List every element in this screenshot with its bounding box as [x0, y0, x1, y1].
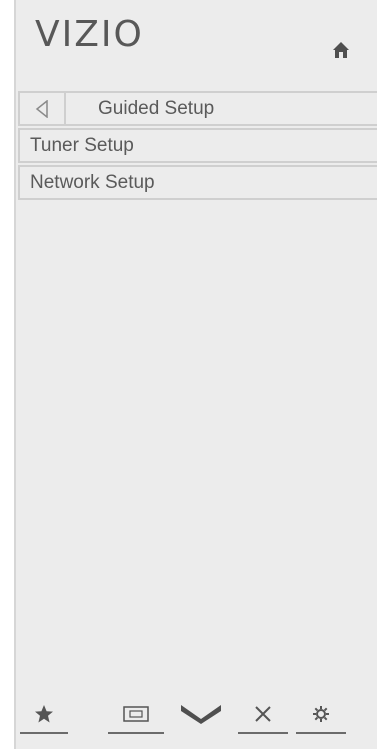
menu-item-network-setup[interactable]: Network Setup: [18, 165, 377, 200]
vizio-button[interactable]: [172, 696, 230, 732]
back-triangle-icon: [35, 99, 48, 118]
menu-item-label: Tuner Setup: [30, 134, 134, 156]
favorites-button[interactable]: [20, 696, 68, 734]
vizio-v-icon: [181, 705, 221, 724]
settings-button[interactable]: [296, 696, 346, 734]
widescreen-icon: [123, 706, 149, 722]
menu-item-tuner-setup[interactable]: Tuner Setup: [18, 128, 377, 163]
menu-header: Guided Setup: [18, 91, 377, 126]
menu-title: Guided Setup: [98, 97, 215, 119]
star-icon: [35, 705, 53, 723]
close-button[interactable]: [238, 696, 288, 734]
close-icon: [255, 706, 271, 722]
menu-item-label: Network Setup: [30, 171, 155, 193]
gear-icon: [313, 706, 329, 722]
brand-logo: VIZIO: [35, 14, 144, 55]
settings-menu: Guided Setup Tuner Setup Network Setup: [18, 91, 377, 202]
wide-mode-button[interactable]: [108, 696, 164, 734]
home-icon[interactable]: [332, 41, 350, 59]
bottom-shortcut-bar: [14, 696, 346, 740]
back-button[interactable]: [20, 93, 66, 124]
tv-menu-panel: VIZIO Guided Setup Tuner Setup Network S…: [14, 0, 377, 749]
